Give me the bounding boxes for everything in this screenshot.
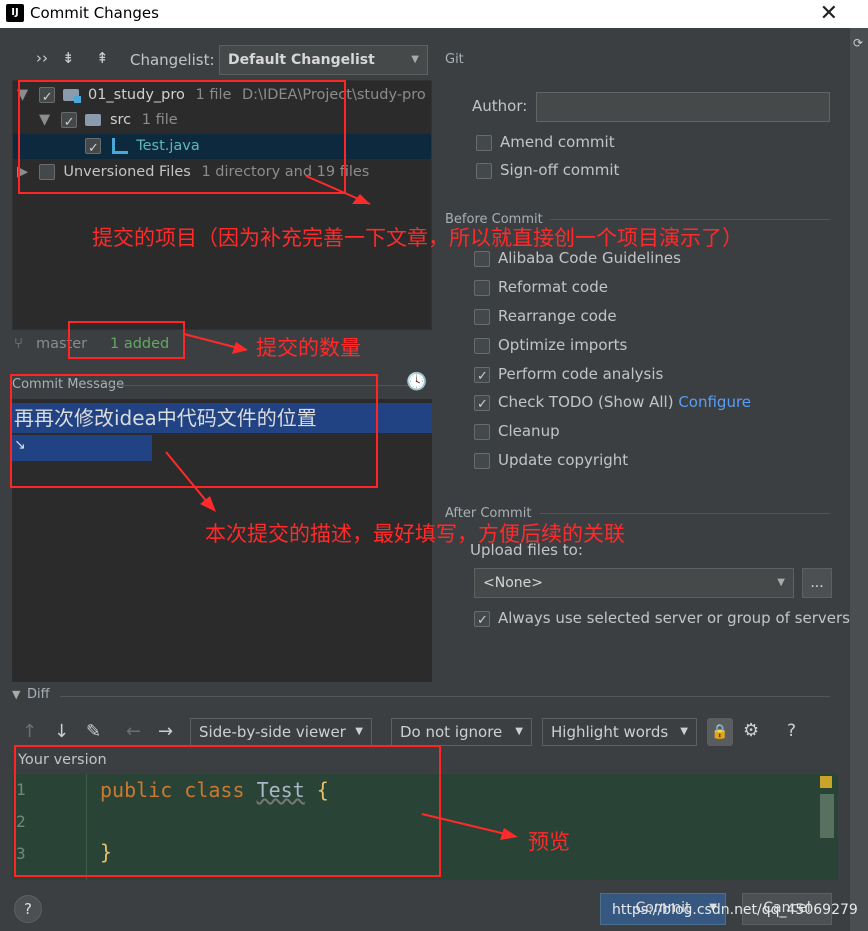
highlight-select[interactable]: Highlight words ▼ — [542, 718, 697, 746]
option-checkbox[interactable] — [474, 393, 490, 417]
refresh-icon[interactable]: ⟳ — [853, 36, 863, 50]
option-alibaba[interactable]: Alibaba Code Guidelines — [474, 246, 681, 270]
diff-collapse-icon[interactable]: ▼ — [12, 688, 20, 701]
option-label: Alibaba Code Guidelines — [498, 249, 681, 267]
diff-help-icon[interactable]: ? — [787, 721, 796, 741]
before-commit-label: Before Commit — [445, 212, 543, 227]
before-commit-separator — [550, 219, 830, 220]
diff-scroll-gutter[interactable] — [820, 774, 850, 880]
option-label: Optimize imports — [498, 336, 628, 354]
watermark: https://blog.csdn.net/qq_45069279 — [612, 902, 858, 918]
annotation-arrow-preview — [421, 813, 518, 840]
option-code-analysis[interactable]: Perform code analysis — [474, 362, 664, 389]
signoff-commit-option[interactable]: Sign-off commit — [476, 158, 619, 182]
viewer-select[interactable]: Side-by-side viewer ▼ — [190, 718, 372, 746]
chevron-down-icon: ▼ — [411, 54, 419, 65]
window-title: Commit Changes — [30, 4, 159, 22]
upload-value: <None> — [483, 575, 543, 591]
group-by-icon[interactable]: ⇞ — [96, 49, 109, 67]
option-cleanup[interactable]: Cleanup — [474, 419, 560, 443]
edit-source-icon[interactable]: ✎ — [86, 721, 101, 742]
highlight-value: Highlight words — [551, 723, 669, 741]
close-icon[interactable]: ✕ — [820, 1, 838, 26]
changelist-label: Changelist: — [130, 51, 215, 69]
always-use-label: Always use selected server or group of s… — [498, 609, 850, 627]
history-clock-icon[interactable]: 🕓 — [406, 372, 427, 392]
option-checkbox[interactable] — [474, 337, 490, 354]
option-label: Check TODO (Show All) — [498, 393, 674, 411]
option-rearrange[interactable]: Rearrange code — [474, 304, 617, 328]
option-label: Rearrange code — [498, 307, 617, 325]
title-bar: IJ Commit Changes ✕ — [0, 0, 868, 28]
back-arrow-icon[interactable]: ← — [126, 721, 141, 742]
annotation-box-preview — [14, 745, 441, 877]
whitespace-select[interactable]: Do not ignore ▼ — [391, 718, 532, 746]
annotation-arrow-count — [183, 333, 248, 354]
option-checkbox[interactable] — [474, 250, 490, 267]
option-label: Reformat code — [498, 278, 608, 296]
signoff-label: Sign-off commit — [500, 161, 620, 179]
option-label: Cleanup — [498, 422, 560, 440]
branch-icon: ⑂ — [14, 334, 24, 352]
help-button[interactable]: ? — [14, 895, 42, 923]
option-checkbox[interactable] — [474, 279, 490, 296]
changelist-select[interactable]: Default Changelist ▼ — [219, 45, 428, 75]
whitespace-value: Do not ignore — [400, 723, 503, 741]
chevron-down-icon: ▼ — [680, 726, 688, 737]
upload-select[interactable]: <None> ▼ — [474, 568, 794, 598]
after-commit-separator — [540, 513, 830, 514]
author-input[interactable] — [536, 92, 830, 122]
configure-link[interactable]: Configure — [678, 393, 751, 411]
amend-checkbox[interactable] — [476, 134, 492, 151]
prev-change-icon[interactable]: ↑ — [22, 721, 37, 742]
option-reformat[interactable]: Reformat code — [474, 275, 608, 299]
option-checkbox[interactable] — [474, 423, 490, 440]
annotation-box-project — [18, 80, 346, 194]
signoff-checkbox[interactable] — [476, 162, 492, 179]
annotation-box-count — [68, 321, 185, 359]
always-use-option[interactable]: Always use selected server or group of s… — [474, 606, 850, 633]
forward-arrow-icon[interactable]: → — [158, 721, 173, 742]
option-update-copyright[interactable]: Update copyright — [474, 448, 628, 472]
diff-label: Diff — [27, 687, 50, 702]
scroll-thumb[interactable] — [820, 794, 834, 838]
option-label: Perform code analysis — [498, 365, 664, 383]
right-side-strip: ⟳ — [850, 28, 868, 931]
gear-icon[interactable]: ⚙ — [743, 720, 759, 741]
chevron-down-icon: ▼ — [777, 577, 785, 588]
option-optimize-imports[interactable]: Optimize imports — [474, 333, 627, 357]
viewer-value: Side-by-side viewer — [199, 723, 346, 741]
git-section-label: Git — [445, 52, 464, 67]
warning-marker-icon — [820, 776, 832, 788]
collapse-icon[interactable]: ⇟ — [62, 49, 75, 67]
chevron-down-icon: ▼ — [355, 726, 363, 737]
option-label: Update copyright — [498, 451, 629, 469]
annotation-count: 提交的数量 — [256, 336, 361, 360]
option-checkbox[interactable] — [474, 365, 490, 389]
annotation-preview: 预览 — [528, 830, 570, 854]
after-commit-label: After Commit — [445, 506, 532, 521]
intellij-logo-icon: IJ — [6, 4, 24, 22]
chevron-down-icon: ▼ — [515, 726, 523, 737]
next-change-icon[interactable]: ↓ — [54, 721, 69, 742]
amend-label: Amend commit — [500, 133, 615, 151]
lock-icon[interactable]: 🔒 — [707, 718, 733, 746]
browse-button[interactable]: ... — [802, 568, 832, 598]
amend-commit-option[interactable]: Amend commit — [476, 130, 615, 154]
annotation-arrow-project — [305, 175, 371, 205]
expand-all-icon[interactable]: ›› — [36, 49, 48, 67]
option-checkbox[interactable] — [474, 452, 490, 469]
option-check-todo[interactable]: Check TODO (Show All) Configure — [474, 390, 751, 417]
option-checkbox[interactable] — [474, 308, 490, 325]
diff-separator — [60, 696, 830, 697]
upload-label: Upload files to: — [470, 541, 583, 559]
annotation-arrow-message — [165, 451, 216, 512]
always-use-checkbox[interactable] — [474, 609, 490, 633]
author-label: Author: — [472, 97, 528, 115]
changelist-value: Default Changelist — [228, 52, 375, 68]
